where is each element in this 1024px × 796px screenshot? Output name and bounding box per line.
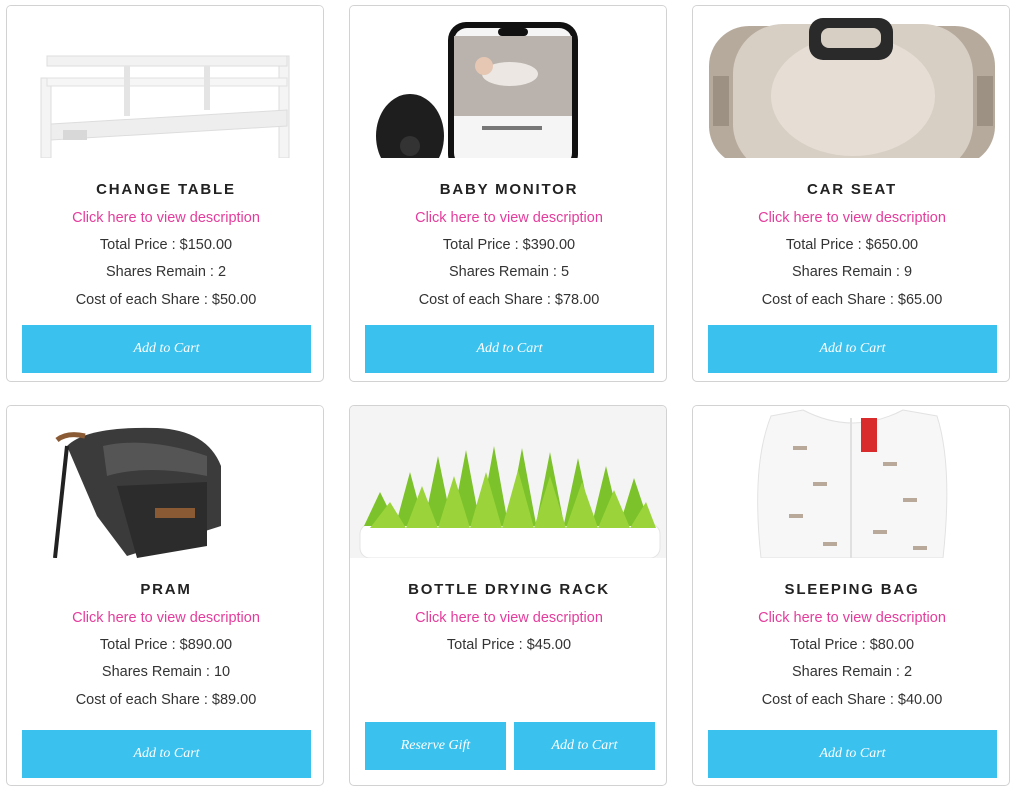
view-description-link[interactable]: Click here to view description	[693, 610, 1009, 626]
car-seat-image	[693, 6, 1009, 158]
product-title: SLEEPING BAG	[784, 581, 920, 598]
total-price: Total Price : $80.00	[789, 637, 915, 653]
add-to-cart-button[interactable]: Add to Cart	[365, 325, 654, 373]
total-price: Total Price : $150.00	[99, 237, 233, 253]
pram-image	[7, 406, 323, 558]
total-price: Total Price : $390.00	[442, 237, 576, 253]
product-card-change-table: CHANGE TABLE Click here to view descript…	[6, 5, 324, 382]
shares-remain: Shares Remain : 9	[791, 264, 913, 280]
shares-remain: Shares Remain : 2	[105, 264, 227, 280]
product-card-bottle-drying-rack: BOTTLE DRYING RACK Click here to view de…	[349, 405, 667, 786]
total-price: Total Price : $650.00	[785, 237, 919, 253]
total-price: Total Price : $45.00	[446, 637, 572, 653]
product-title: BOTTLE DRYING RACK	[408, 581, 610, 598]
product-card-pram: PRAM Click here to view description Tota…	[6, 405, 324, 786]
bottle-drying-rack-image	[350, 406, 666, 558]
product-card-car-seat: CAR SEAT Click here to view description …	[692, 5, 1010, 382]
view-description-link[interactable]: Click here to view description	[693, 210, 1009, 226]
product-title: CHANGE TABLE	[96, 181, 236, 198]
shares-remain: Shares Remain : 2	[791, 664, 913, 680]
product-title: PRAM	[140, 581, 192, 598]
view-description-link[interactable]: Click here to view description	[350, 210, 666, 226]
add-to-cart-button[interactable]: Add to Cart	[22, 325, 311, 373]
total-price: Total Price : $890.00	[99, 637, 233, 653]
share-cost: Cost of each Share : $50.00	[75, 292, 257, 308]
view-description-link[interactable]: Click here to view description	[7, 610, 323, 626]
product-title: CAR SEAT	[807, 181, 897, 198]
product-card-sleeping-bag: SLEEPING BAG Click here to view descript…	[692, 405, 1010, 786]
add-to-cart-button[interactable]: Add to Cart	[514, 722, 655, 770]
share-cost: Cost of each Share : $40.00	[761, 692, 943, 708]
share-cost: Cost of each Share : $89.00	[75, 692, 257, 708]
product-title: BABY MONITOR	[439, 181, 579, 198]
baby-monitor-image	[350, 6, 666, 158]
add-to-cart-button[interactable]: Add to Cart	[708, 730, 997, 778]
sleeping-bag-image	[693, 406, 1009, 558]
add-to-cart-button[interactable]: Add to Cart	[22, 730, 311, 778]
shares-remain: Shares Remain : 5	[448, 264, 570, 280]
shares-remain: Shares Remain : 10	[101, 664, 231, 680]
add-to-cart-button[interactable]: Add to Cart	[708, 325, 997, 373]
product-card-baby-monitor: BABY MONITOR Click here to view descript…	[349, 5, 667, 382]
view-description-link[interactable]: Click here to view description	[7, 210, 323, 226]
share-cost: Cost of each Share : $65.00	[761, 292, 943, 308]
share-cost: Cost of each Share : $78.00	[418, 292, 600, 308]
reserve-gift-button[interactable]: Reserve Gift	[365, 722, 506, 770]
change-table-image	[7, 6, 323, 158]
view-description-link[interactable]: Click here to view description	[350, 610, 666, 626]
